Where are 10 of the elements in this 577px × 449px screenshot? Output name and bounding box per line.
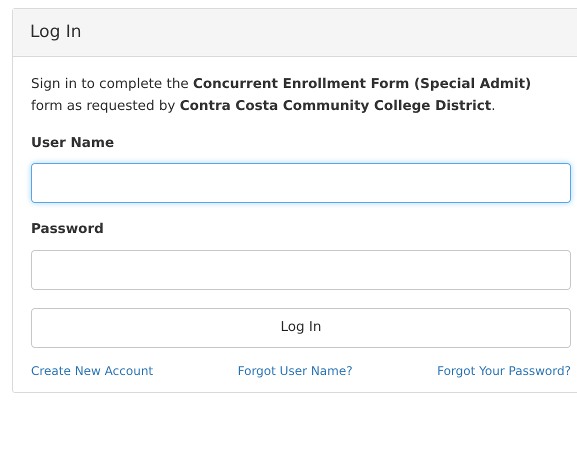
field-label: Password [31, 220, 105, 240]
panel-title: Log In [30, 20, 82, 44]
link[interactable]: Forgot Your Password? [437, 362, 571, 380]
field-label: User Name [31, 134, 116, 153]
link[interactable]: Forgot User Name? [238, 362, 353, 380]
login-button[interactable]: Log In [31, 308, 571, 348]
input-field[interactable] [31, 163, 571, 204]
link[interactable]: Create New Account [31, 362, 154, 380]
intro-text: Sign in to complete the Concurrent Enrollment Form (Special Admit) form as requested by Contra Costa Community College District. [31, 75, 532, 116]
input-field[interactable] [31, 250, 571, 290]
